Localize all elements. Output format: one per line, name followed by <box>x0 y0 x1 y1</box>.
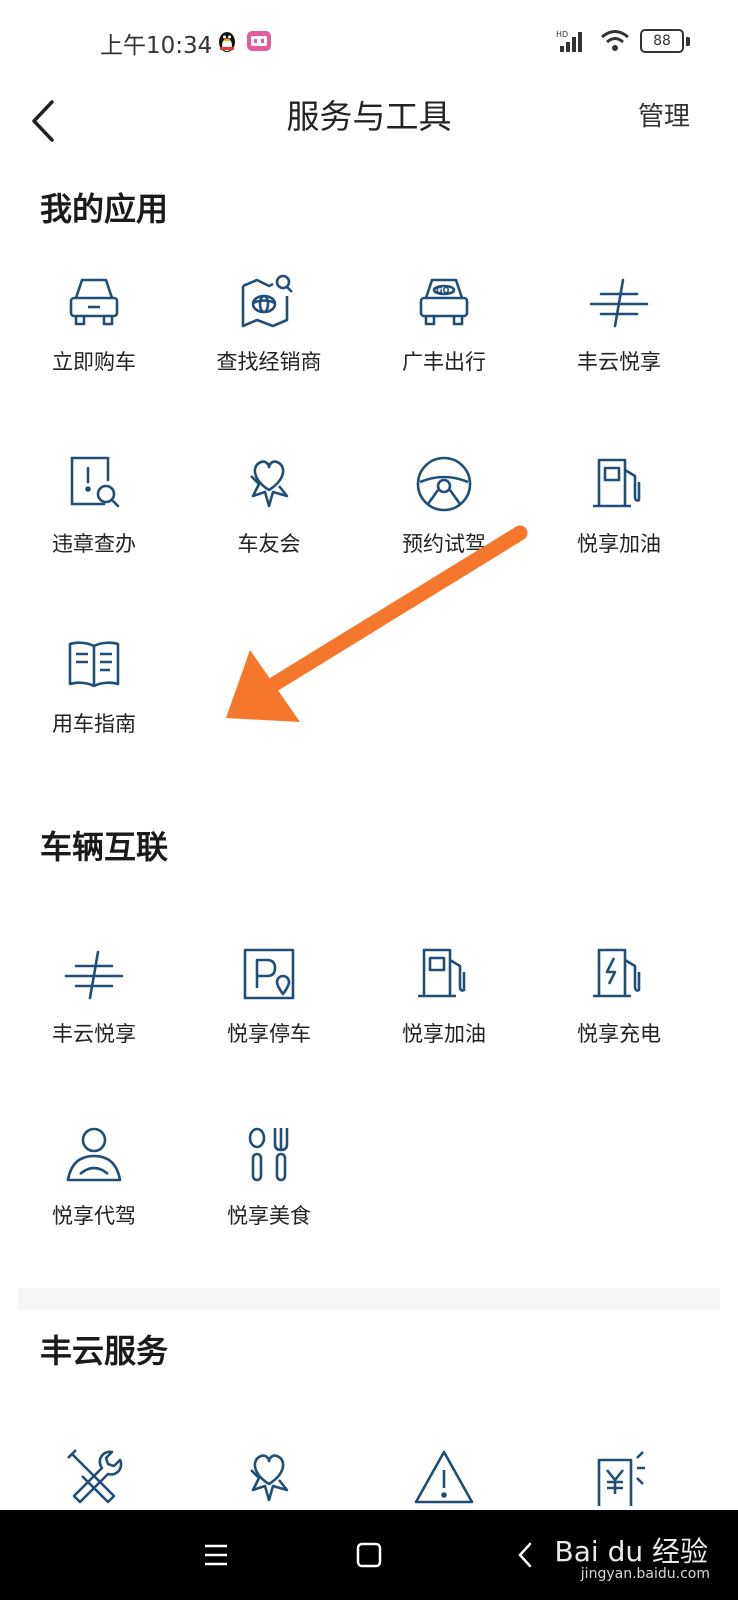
tile-violation[interactable]: 违章查办 <box>6 452 182 582</box>
system-nav-bar: Bai du 经验 jingyan.baidu.com <box>0 1510 738 1600</box>
dining-icon <box>237 1124 301 1188</box>
tile-buy-car[interactable]: 立即购车 <box>6 270 182 400</box>
home-square-icon <box>356 1542 382 1568</box>
tile-label: 用车指南 <box>52 712 136 736</box>
tile-dining[interactable]: 悦享美食 <box>181 1124 357 1254</box>
tile-label: 广丰出行 <box>402 350 486 374</box>
tile-car-club[interactable]: 车友会 <box>181 452 357 582</box>
section-title-connected: 车辆互联 <box>40 828 169 866</box>
tile-label: 预约试驾 <box>402 532 486 556</box>
heart-star-icon <box>237 452 301 516</box>
guide-book-icon <box>62 632 126 696</box>
tile-designated-driver[interactable]: 悦享代驾 <box>6 1124 182 1254</box>
fengyun-logo-icon <box>587 270 651 334</box>
menu-button[interactable] <box>193 1532 239 1578</box>
tile-find-dealer[interactable]: 查找经销商 <box>181 270 357 400</box>
page-title: 服务与工具 <box>286 97 452 136</box>
tile-test-drive[interactable]: 预约试驾 <box>356 452 532 582</box>
yen-card-icon <box>587 1446 651 1510</box>
tile-refuel[interactable]: 悦享加油 <box>356 942 532 1072</box>
section-title-fengyun-services: 丰云服务 <box>40 1332 169 1370</box>
wifi-icon <box>601 30 629 51</box>
tile-label: 悦享加油 <box>402 1022 486 1046</box>
watermark-url: jingyan.baidu.com <box>580 1566 710 1582</box>
repair-tools-icon <box>62 1446 126 1510</box>
svg-text:HD: HD <box>556 30 568 39</box>
menu-icon <box>205 1544 227 1566</box>
manage-button[interactable]: 管理 <box>638 96 690 133</box>
car-go-icon: GO <box>412 270 476 334</box>
tile-gac-go[interactable]: GO 广丰出行 <box>356 270 532 400</box>
back-triangle-icon <box>518 1542 532 1568</box>
tile-label: 违章查办 <box>52 532 136 556</box>
map-dealer-icon <box>237 270 301 334</box>
section-divider <box>18 1288 720 1310</box>
tile-car-guide[interactable]: 用车指南 <box>6 632 182 762</box>
svg-text:GO: GO <box>436 286 450 295</box>
watermark-logo: Bai du 经验 <box>554 1535 708 1568</box>
tile-label: 悦享代驾 <box>52 1204 136 1228</box>
violation-search-icon <box>62 452 126 516</box>
fuel-pump-icon <box>587 452 651 516</box>
tile-label: 悦享停车 <box>227 1022 311 1046</box>
tile-label: 悦享加油 <box>577 532 661 556</box>
heart-star-icon <box>237 1446 301 1510</box>
fuel-pump-icon <box>412 942 476 1006</box>
tile-label: 丰云悦享 <box>577 350 661 374</box>
fengyun-logo-icon <box>62 942 126 1006</box>
tile-label: 悦享充电 <box>577 1022 661 1046</box>
battery-level: 88 <box>640 29 684 53</box>
bilibili-app-icon <box>246 28 272 54</box>
section-title-my-apps: 我的应用 <box>40 190 169 228</box>
parking-icon <box>237 942 301 1006</box>
warning-triangle-icon <box>412 1446 476 1510</box>
steering-wheel-icon <box>412 452 476 516</box>
tile-charging[interactable]: 悦享充电 <box>531 942 707 1072</box>
status-time: 上午10:34 <box>100 33 213 59</box>
qq-penguin-icon <box>214 28 240 54</box>
tile-label: 立即购车 <box>52 350 136 374</box>
tile-label: 丰云悦享 <box>52 1022 136 1046</box>
home-button[interactable] <box>346 1532 392 1578</box>
status-bar: 上午10:34 HD 88 <box>0 0 738 88</box>
tile-fengyun[interactable]: 丰云悦享 <box>6 942 182 1072</box>
driver-icon <box>62 1124 126 1188</box>
signal-icon: HD <box>556 30 582 52</box>
tile-label: 查找经销商 <box>216 350 322 374</box>
system-back-button[interactable] <box>502 1532 548 1578</box>
nav-bar: 服务与工具 管理 <box>0 88 738 188</box>
tile-label: 悦享美食 <box>227 1204 311 1228</box>
status-indicators: HD 88 <box>556 28 690 54</box>
charging-icon <box>587 942 651 1006</box>
tile-fengyun[interactable]: 丰云悦享 <box>531 270 707 400</box>
tile-label: 车友会 <box>237 532 301 556</box>
car-front-icon <box>62 270 126 334</box>
battery-indicator: 88 <box>640 29 690 53</box>
tile-parking[interactable]: 悦享停车 <box>181 942 357 1072</box>
tile-refuel[interactable]: 悦享加油 <box>531 452 707 582</box>
